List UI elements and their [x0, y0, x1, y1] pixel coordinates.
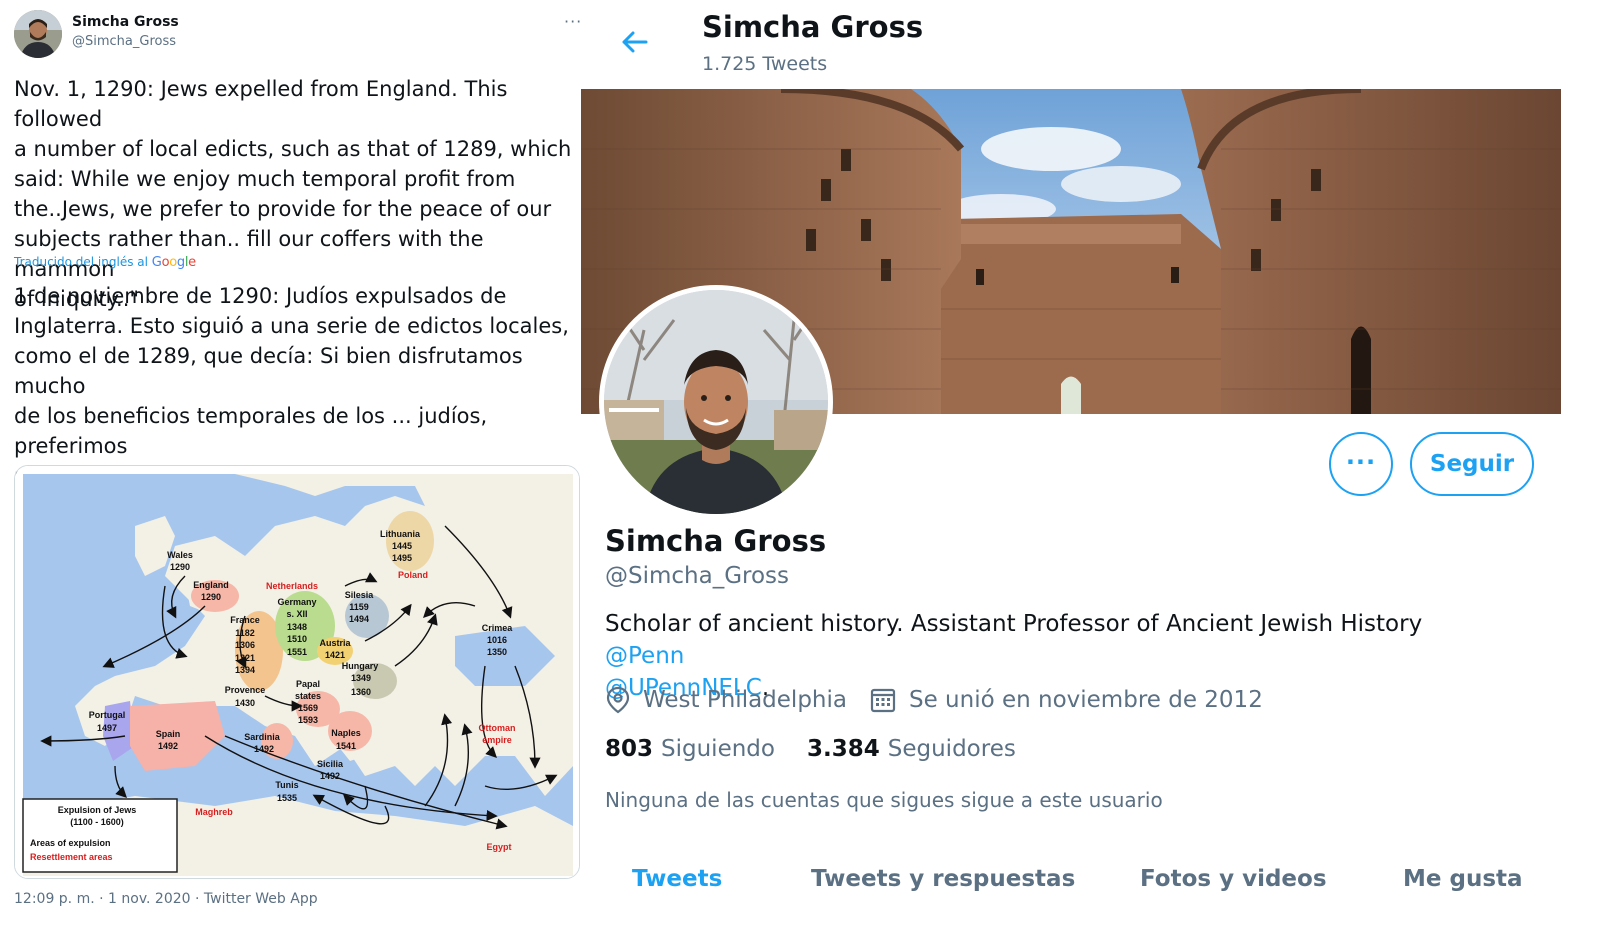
map-legend: Expulsion of Jews (1100 - 1600) Areas of…	[22, 798, 178, 873]
legend-resettlement: Resettlement areas	[30, 852, 113, 862]
legend-expulsion: Areas of expulsion	[30, 838, 111, 848]
google-logo: Google	[151, 255, 196, 270]
following-label: Siguiendo	[661, 736, 775, 762]
profile-tabs: Tweets Tweets y respuestas Fotos y video…	[596, 866, 1612, 906]
follow-button[interactable]: Seguir	[1410, 432, 1534, 496]
followers-label: Seguidores	[887, 736, 1016, 762]
tweet-more-button[interactable]: ···	[564, 12, 582, 31]
tweet-original-text: Nov. 1, 1290: Jews expelled from England…	[14, 77, 572, 311]
tweet-timestamp[interactable]: 12:09 p. m. · 1 nov. 2020 · Twitter Web …	[14, 891, 318, 907]
followers-you-know: Ninguna de las cuentas que sigues sigue …	[605, 788, 1163, 812]
bio-link-penn[interactable]: @Penn	[605, 643, 684, 669]
bio-text: Scholar of ancient history. Assistant Pr…	[605, 611, 1423, 637]
following-count: 803	[605, 736, 654, 762]
map-label-poland: Poland	[398, 570, 428, 580]
profile-handle: @Simcha_Gross	[605, 563, 790, 589]
tab-tweets[interactable]: Tweets	[632, 866, 722, 892]
translated-label: Traducido del inglés al	[14, 255, 148, 269]
calendar-icon	[870, 688, 896, 713]
location-text: West Philadelphia	[643, 687, 847, 713]
profile-page: Simcha Gross 1.725 Tweets ··· Seguir Sim…	[581, 0, 1612, 946]
legend-title: Expulsion of Jews	[58, 805, 137, 815]
tweet-image-map[interactable]: Wales 1290 England 1290 Netherlands Lithua…	[14, 465, 580, 879]
map-label-netherlands: Netherlands	[266, 581, 318, 591]
translation-attribution[interactable]: Traducido del inglés al Google	[14, 255, 196, 270]
author-avatar[interactable]	[14, 10, 62, 58]
following-link[interactable]: 803 Siguiendo	[605, 736, 775, 762]
tweet: Simcha Gross @Simcha_Gross ··· Nov. 1, 1…	[0, 0, 585, 946]
avatar-photo	[604, 290, 828, 514]
map-label-egypt: Egypt	[486, 842, 511, 852]
location: West Philadelphia	[605, 686, 847, 714]
location-pin-icon	[606, 686, 630, 714]
tab-media[interactable]: Fotos y videos	[1140, 866, 1327, 892]
author-name[interactable]: Simcha Gross	[72, 14, 179, 30]
header-tweet-count: 1.725 Tweets	[702, 53, 828, 75]
tab-likes[interactable]: Me gusta	[1403, 866, 1523, 892]
followers-count: 3.384	[806, 736, 880, 762]
legend-range: (1100 - 1600)	[70, 817, 124, 827]
author-handle[interactable]: @Simcha_Gross	[72, 34, 176, 49]
join-date: Se unió en noviembre de 2012	[869, 686, 1263, 714]
profile-name: Simcha Gross	[605, 524, 827, 558]
header-name: Simcha Gross	[702, 10, 924, 44]
profile-avatar[interactable]	[599, 285, 833, 519]
profile-more-button[interactable]: ···	[1329, 432, 1393, 496]
back-arrow-icon[interactable]	[616, 26, 652, 58]
expulsion-map: Wales 1290 England 1290 Netherlands Lithua…	[15, 466, 579, 878]
follow-stats: 803 Siguiendo 3.384 Seguidores	[605, 736, 1048, 762]
join-date-text: Se unió en noviembre de 2012	[908, 687, 1263, 713]
map-label-maghreb: Maghreb	[195, 807, 233, 817]
profile-meta: West Philadelphia Se unió en noviembre d…	[605, 686, 1285, 714]
tab-tweets-replies[interactable]: Tweets y respuestas	[811, 866, 1075, 892]
followers-link[interactable]: 3.384 Seguidores	[807, 736, 1016, 762]
